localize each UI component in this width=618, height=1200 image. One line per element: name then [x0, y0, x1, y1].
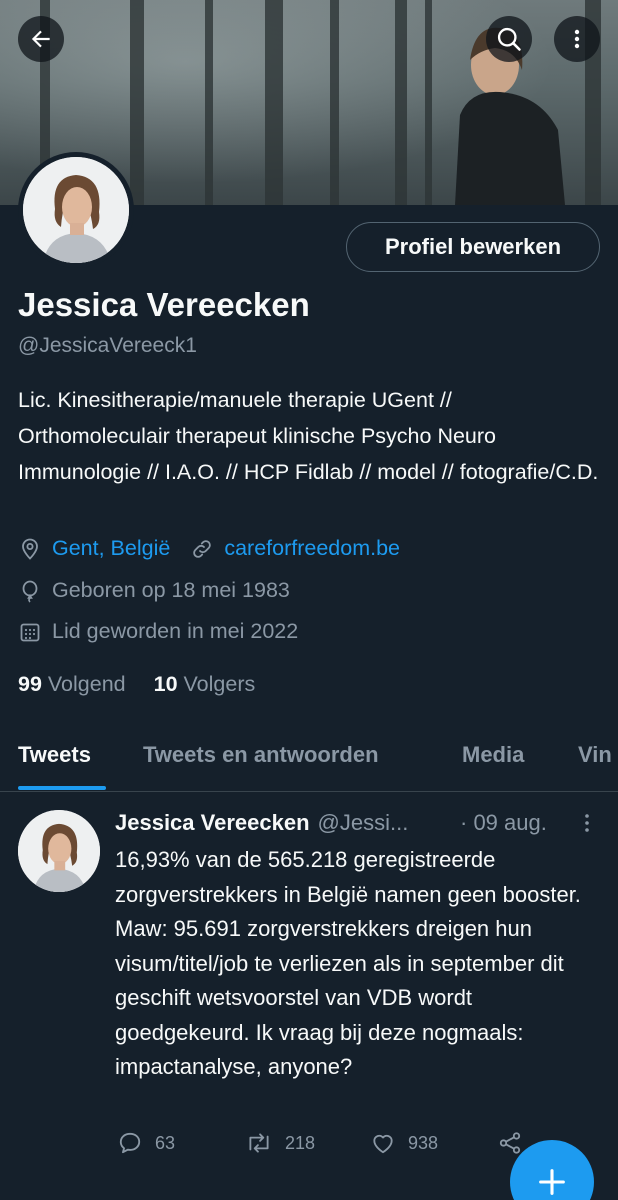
arrow-left-icon [31, 30, 50, 48]
following-count: 99 [18, 672, 42, 696]
profile-tabs: Tweets Tweets en antwoorden Media Vin [0, 736, 618, 792]
reply-count: 63 [155, 1132, 176, 1153]
search-icon [497, 27, 521, 51]
share-icon [499, 1132, 521, 1154]
retweet-count: 218 [285, 1132, 316, 1153]
tab-tweets-and-replies[interactable]: Tweets en antwoorden [143, 742, 379, 768]
location-text: Gent, België [52, 536, 171, 560]
tab-tweets[interactable]: Tweets [18, 742, 91, 768]
joined-row: Lid geworden in mei 2022 [18, 619, 298, 644]
joined-text: Lid geworden in mei 2022 [52, 619, 299, 643]
more-vertical-icon [574, 29, 580, 49]
balloon-icon [22, 580, 38, 603]
followers-link[interactable]: 10 Volgers [154, 672, 256, 696]
tweet-avatar[interactable] [18, 810, 100, 892]
tweet-text: 16,93% van de 565.218 geregistreerde zor… [115, 847, 581, 1079]
like-button[interactable]: 938 [370, 1130, 438, 1156]
plus-icon [539, 1169, 565, 1195]
avatar-portrait [18, 810, 100, 892]
birth-row: Geboren op 18 mei 1983 [18, 578, 290, 603]
birth-text: Geboren op 18 mei 1983 [52, 578, 290, 602]
followers-count: 10 [153, 672, 178, 696]
back-button[interactable] [18, 16, 64, 62]
link-icon [193, 539, 212, 558]
search-button[interactable] [486, 16, 532, 62]
website-link[interactable]: careforfreedom.be [224, 536, 400, 561]
tweet-author-name[interactable]: Jessica Vereecken [115, 810, 310, 836]
calendar-icon [20, 623, 40, 641]
retweet-icon [249, 1133, 269, 1153]
like-count: 938 [408, 1132, 439, 1153]
profile-meta-row: Gent, België careforfreedom.be [18, 536, 400, 561]
profile-bio: Lic. Kinesitherapie/manuele therapie UGe… [18, 388, 599, 484]
following-link[interactable]: 99 Volgend [18, 672, 126, 696]
banner-tree [205, 0, 213, 205]
follow-stats: 99 Volgend 10 Volgers [18, 672, 255, 697]
edit-profile-button[interactable]: Profiel bewerken [346, 222, 600, 272]
banner-tree [130, 0, 144, 205]
profile-avatar[interactable] [18, 152, 134, 268]
tweet-date[interactable]: · 09 aug. [460, 810, 547, 836]
following-label: Volgend [47, 672, 126, 696]
more-button[interactable] [554, 16, 600, 62]
banner-tree [265, 0, 283, 205]
location-pin-icon [22, 538, 38, 560]
tweet-more-icon[interactable] [577, 812, 597, 836]
profile-handle: @JessicaVereeck1 [18, 334, 197, 357]
active-tab-indicator [18, 786, 106, 790]
tweet-header: Jessica Vereecken @Jessi... · 09 aug. [115, 810, 605, 836]
followers-label: Volgers [183, 672, 256, 696]
banner-tree [330, 0, 339, 205]
banner-tree [425, 0, 432, 205]
reply-icon [119, 1132, 141, 1154]
retweet-button[interactable]: 218 [245, 1130, 315, 1156]
heart-icon [373, 1134, 393, 1154]
profile-name: Jessica Vereecken [18, 286, 310, 323]
tab-likes[interactable]: Vin [578, 742, 612, 768]
reply-button[interactable]: 63 [117, 1130, 175, 1156]
tab-media[interactable]: Media [462, 742, 524, 768]
banner-tree [395, 0, 407, 205]
tweet-author-handle[interactable]: @Jessi... [318, 810, 409, 836]
avatar-portrait [23, 157, 129, 263]
